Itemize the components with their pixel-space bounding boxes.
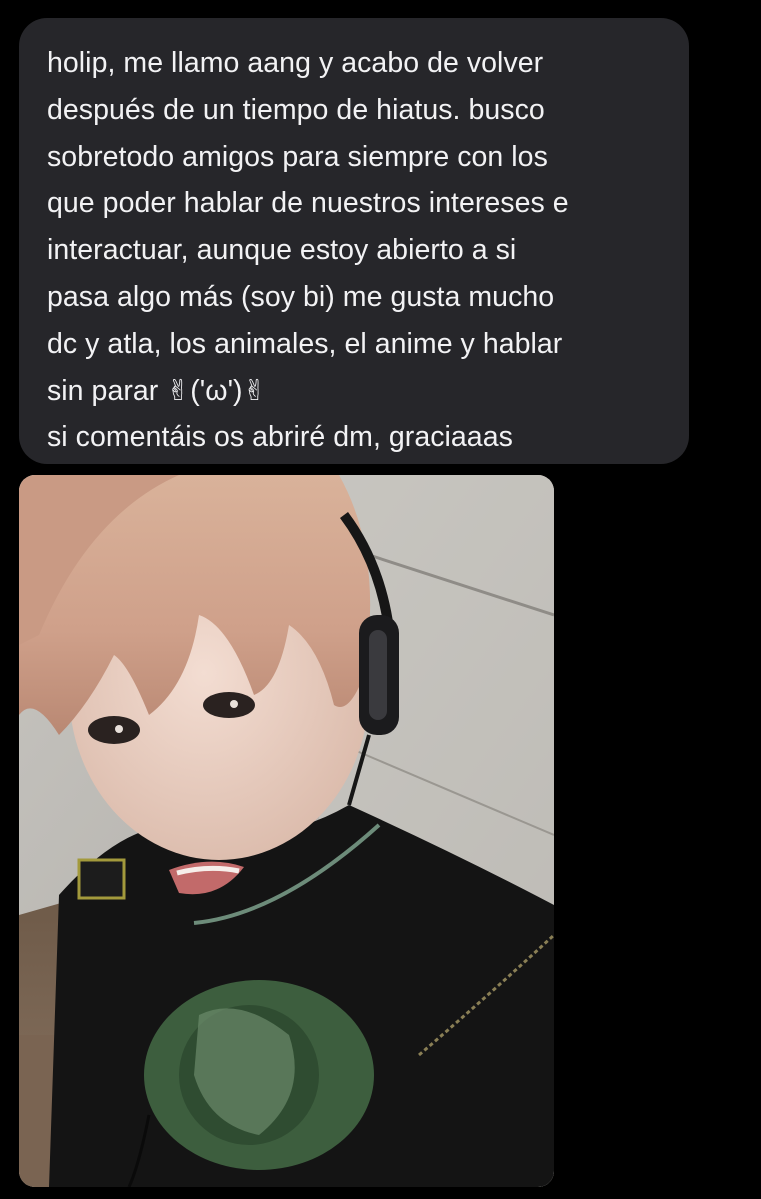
message-line: dc y atla, los animales, el anime y habl… — [47, 327, 563, 360]
chat-thread: holip, me llamo aang y acabo de volver d… — [0, 0, 761, 1199]
message-bubble[interactable]: holip, me llamo aang y acabo de volver d… — [19, 18, 689, 464]
message-line: después de un tiempo de hiatus. busco — [47, 93, 545, 126]
message-line: interactuar, aunque estoy abierto a si — [47, 234, 517, 267]
message-line: que poder hablar de nuestros intereses e — [47, 187, 569, 220]
message-line: si comentáis os abriré dm, graciaaas — [47, 421, 513, 454]
message-line: sin parar ✌︎('ω')✌︎ — [47, 374, 267, 407]
message-line: holip, me llamo aang y acabo de volver — [47, 47, 544, 79]
selfie-photo — [19, 475, 554, 1187]
message-line: sobretodo amigos para siempre con los — [47, 140, 548, 173]
message-line: pasa algo más (soy bi) me gusta mucho — [47, 280, 555, 313]
photo-attachment[interactable] — [19, 475, 554, 1187]
